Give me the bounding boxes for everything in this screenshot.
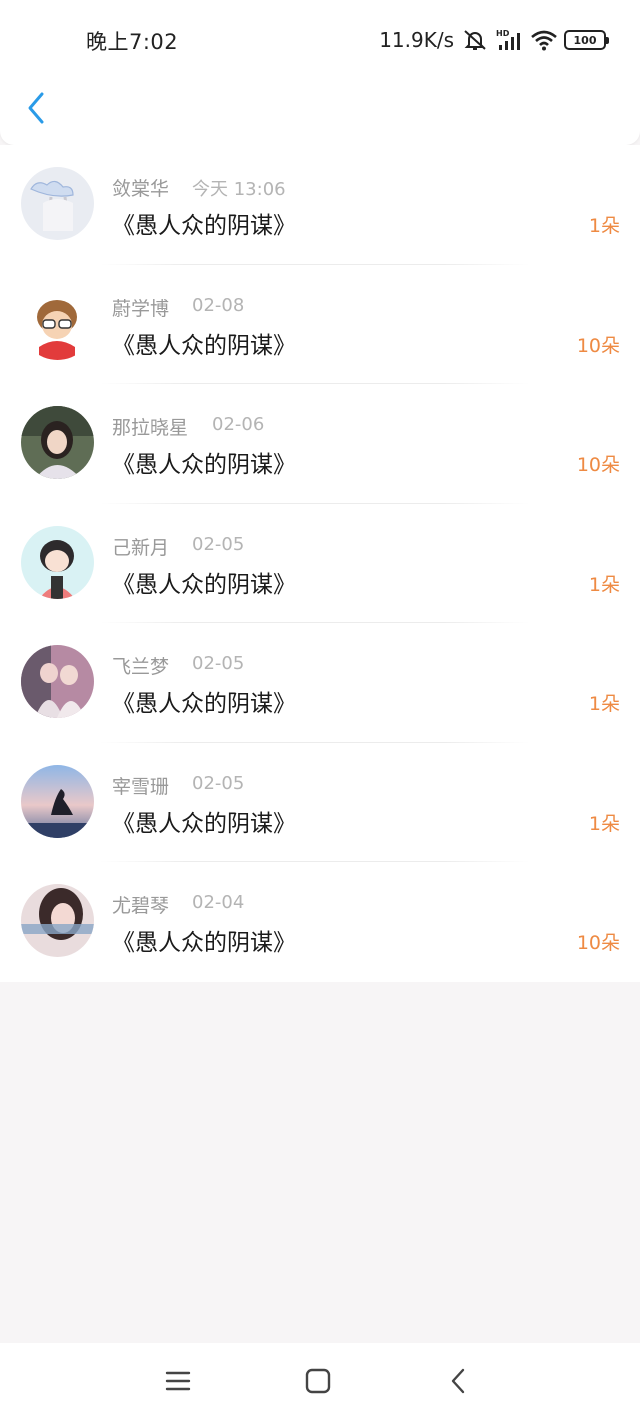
- sender-name: 宰雪珊: [112, 775, 170, 798]
- gift-record-list: 敛棠华 今天 13:06 《愚人众的阴谋》 1朵 蔚学博 02-08 《愚人众的…: [0, 145, 640, 982]
- send-date: 02-05: [192, 772, 245, 794]
- sender-name: 己新月: [112, 536, 170, 559]
- avatar[interactable]: [21, 406, 94, 479]
- book-title[interactable]: 《愚人众的阴谋》: [112, 565, 296, 599]
- battery-icon: 100: [564, 30, 609, 50]
- avatar[interactable]: [21, 645, 94, 718]
- send-date: 今天 13:06: [192, 179, 286, 200]
- list-item[interactable]: 己新月 02-05 《愚人众的阴谋》 1朵: [0, 503, 640, 623]
- menu-icon: [165, 1369, 191, 1397]
- avatar[interactable]: [21, 764, 94, 838]
- flower-count: 1朵: [588, 812, 620, 835]
- list-item[interactable]: 那拉晓星 02-06 《愚人众的阴谋》 10朵: [0, 384, 640, 504]
- signal-icon: HD: [496, 28, 522, 52]
- sender-name: 蔚学博: [112, 297, 170, 320]
- nav-back-button[interactable]: [440, 1365, 476, 1401]
- flower-count: 1朵: [588, 693, 620, 715]
- battery-level: 100: [573, 33, 597, 47]
- list-item[interactable]: 飞兰梦 02-05 《愚人众的阴谋》 1朵: [0, 623, 640, 743]
- list-item[interactable]: 尤碧琴 02-04 《愚人众的阴谋》 10朵: [0, 862, 640, 982]
- home-square-icon: [305, 1368, 331, 1398]
- nav-menu-button[interactable]: [160, 1365, 196, 1401]
- nav-home-button[interactable]: [300, 1365, 336, 1401]
- send-date: 02-06: [212, 414, 265, 435]
- book-title[interactable]: 《愚人众的阴谋》: [112, 923, 296, 957]
- flower-count: 1朵: [588, 215, 620, 237]
- back-chevron-icon: [448, 1367, 468, 1399]
- avatar[interactable]: [21, 167, 94, 240]
- list-item[interactable]: 敛棠华 今天 13:06 《愚人众的阴谋》 1朵: [0, 145, 640, 265]
- sender-name: 尤碧琴: [112, 895, 170, 917]
- flower-count: 10朵: [576, 334, 620, 357]
- back-button[interactable]: [18, 88, 54, 132]
- header: 晚上7:02 11.9K/s HD 100: [0, 0, 640, 145]
- flower-count: 10朵: [576, 454, 620, 476]
- status-time: 晚上7:02: [86, 30, 179, 54]
- avatar[interactable]: [21, 525, 94, 599]
- avatar[interactable]: [21, 286, 94, 360]
- book-title[interactable]: 《愚人众的阴谋》: [112, 804, 296, 838]
- send-date: 02-08: [192, 294, 245, 316]
- chevron-left-icon: [25, 91, 47, 129]
- sender-name: 飞兰梦: [112, 656, 170, 678]
- send-date: 02-05: [192, 653, 245, 674]
- book-title[interactable]: 《愚人众的阴谋》: [112, 684, 296, 718]
- flower-count: 10朵: [576, 932, 620, 954]
- send-date: 02-05: [192, 533, 245, 555]
- system-nav-bar: [0, 1343, 640, 1423]
- list-item[interactable]: 蔚学博 02-08 《愚人众的阴谋》 10朵: [0, 264, 640, 384]
- list-item[interactable]: 宰雪珊 02-05 《愚人众的阴谋》 1朵: [0, 742, 640, 862]
- send-date: 02-04: [192, 892, 245, 913]
- screen: 晚上7:02 11.9K/s HD 100 敛棠华 今天 13:06 《愚人众的…: [0, 0, 640, 1423]
- sender-name: 那拉晓星: [112, 417, 189, 439]
- wifi-icon: [530, 28, 557, 52]
- book-title[interactable]: 《愚人众的阴谋》: [112, 206, 296, 240]
- book-title[interactable]: 《愚人众的阴谋》: [112, 326, 296, 360]
- book-title[interactable]: 《愚人众的阴谋》: [112, 445, 296, 479]
- status-right: 11.9K/s HD 100: [379, 26, 609, 54]
- mute-bell-icon: [462, 28, 488, 52]
- avatar[interactable]: [21, 884, 94, 957]
- flower-count: 1朵: [588, 573, 620, 596]
- network-speed: 11.9K/s: [379, 28, 454, 52]
- sender-name: 敛棠华: [112, 178, 170, 200]
- svg-text:HD: HD: [496, 29, 510, 38]
